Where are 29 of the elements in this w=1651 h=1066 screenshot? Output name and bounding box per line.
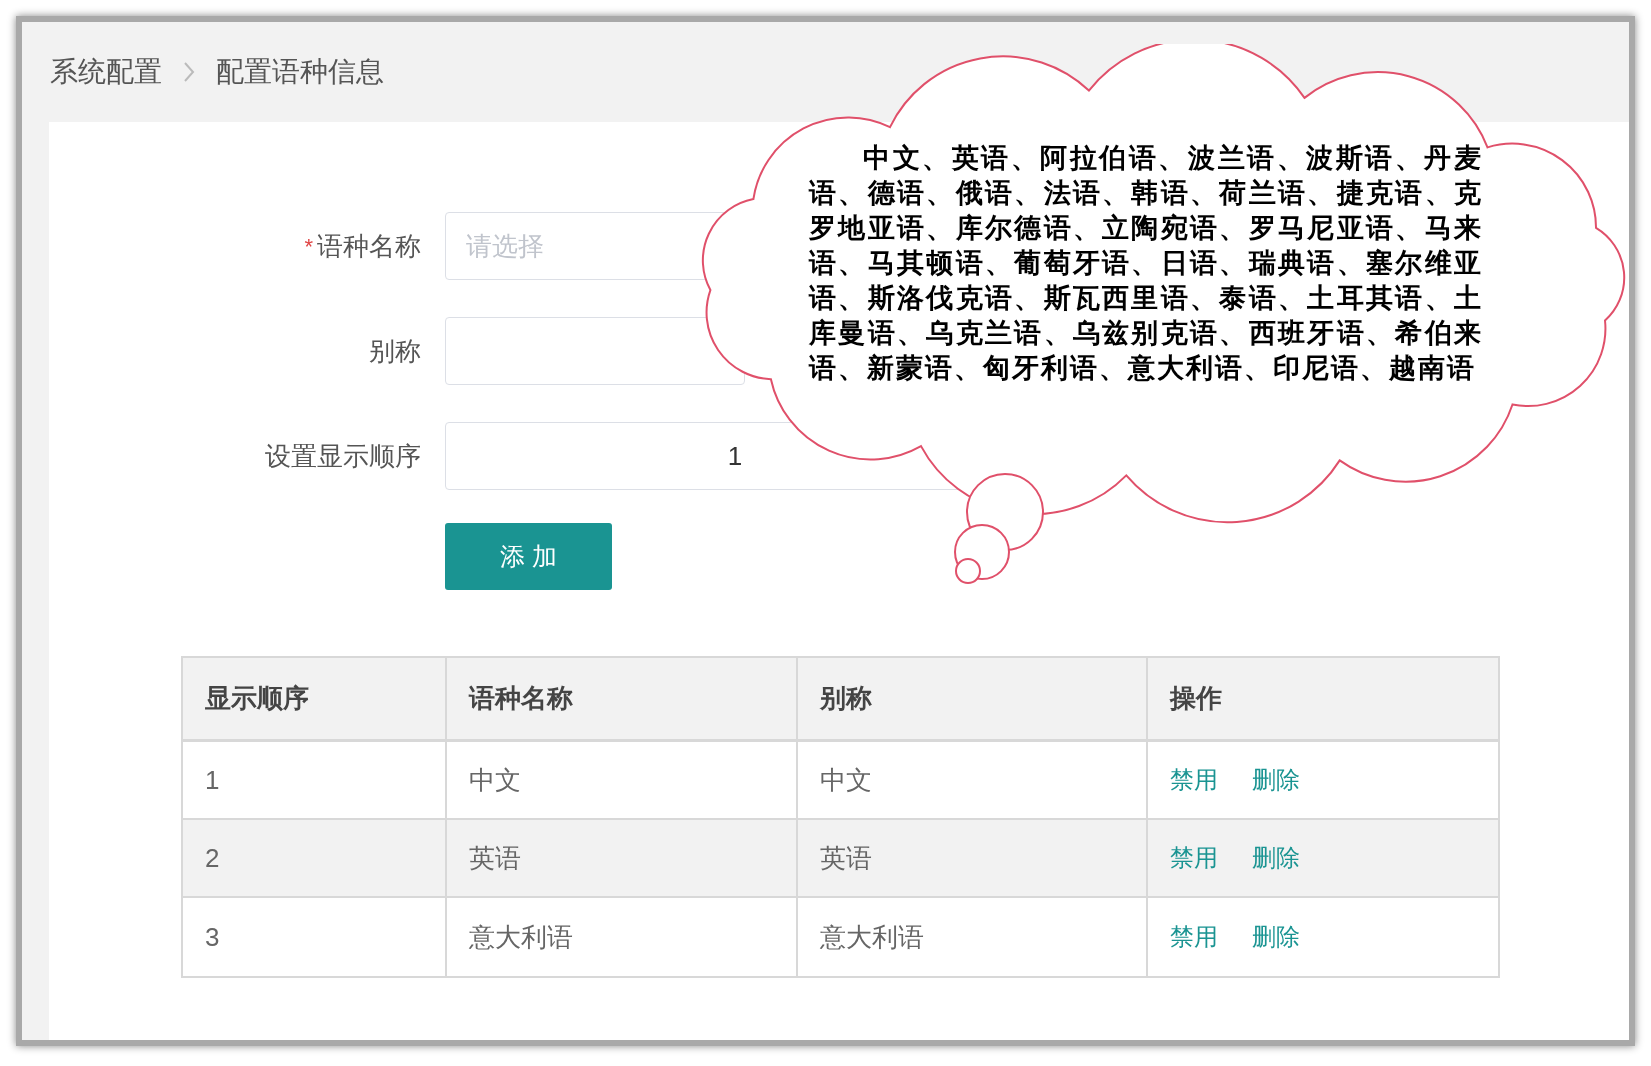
column-header: 显示顺序	[205, 682, 309, 715]
callout-text: 中文、英语、阿拉伯语、波兰语、波斯语、丹麦语、德语、俄语、法语、韩语、荷兰语、捷克语、克罗地亚语、库尔德语、立陶宛语、罗马尼亚语、马来语、马其顿语、葡萄牙语、日语、瑞典语、塞尔维亚语、斯洛伐克语、斯瓦西里语、泰语、土耳其语、土库曼语、乌克兰语、乌兹别克语、西班牙语、希伯来语、新蒙语、匈牙利语、意大利语、印尼语、越南语	[809, 142, 1483, 385]
chevron-right-icon	[182, 61, 196, 83]
table-cell-text: 意大利语	[468, 920, 573, 954]
table-cell-text: 意大利语	[820, 920, 925, 954]
column-header: 别称	[820, 682, 873, 715]
action-link[interactable]: 禁用	[1169, 840, 1218, 876]
table-cell-text: 1	[205, 763, 220, 797]
required-asterisk: *	[304, 232, 313, 261]
table-cell-text: 2	[205, 841, 220, 875]
field-label: 设置显示顺序	[265, 439, 421, 473]
breadcrumb-item[interactable]: 配置语种信息	[216, 51, 384, 93]
breadcrumb-item[interactable]: 系统配置	[50, 51, 162, 93]
action-link[interactable]: 删除	[1251, 919, 1300, 955]
action-link[interactable]: 禁用	[1169, 762, 1218, 798]
input-field[interactable]	[445, 317, 745, 385]
column-header: 操作	[1169, 682, 1222, 715]
table-cell-text: 3	[205, 920, 220, 954]
add-button[interactable]: 添 加	[445, 523, 612, 590]
action-link[interactable]: 禁用	[1169, 919, 1218, 955]
table-cell-text: 中文	[468, 763, 521, 797]
field-label: 语种名称	[317, 229, 421, 263]
action-link[interactable]: 删除	[1251, 762, 1300, 798]
field-label: 别称	[369, 334, 421, 368]
action-link[interactable]: 删除	[1251, 840, 1300, 876]
table-cell-text: 英语	[468, 841, 521, 875]
column-header: 语种名称	[468, 682, 573, 715]
table-cell-text: 英语	[820, 841, 873, 875]
table-cell-text: 中文	[820, 763, 873, 797]
